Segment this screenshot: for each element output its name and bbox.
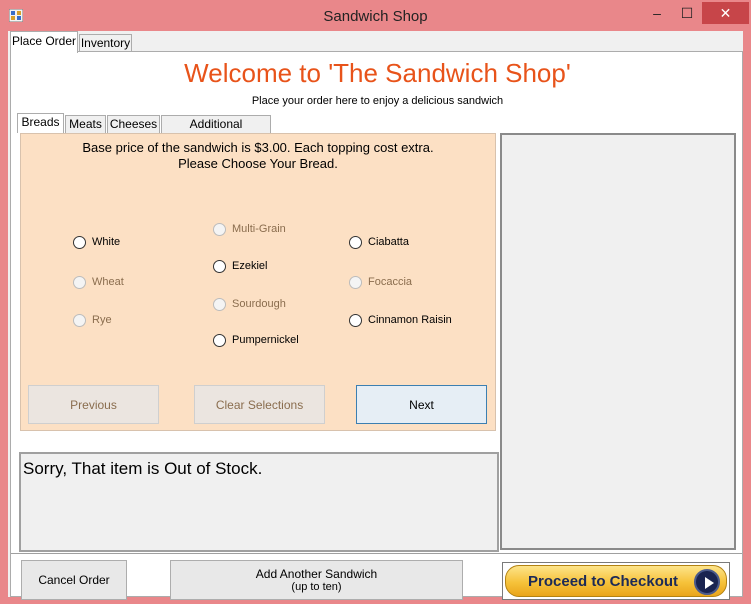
tab-meats[interactable]: Meats — [65, 115, 106, 133]
radio-dot — [73, 236, 86, 249]
close-button[interactable]: ✕ — [702, 2, 749, 24]
radio-label: Cinnamon Raisin — [368, 314, 452, 326]
radio-dot — [213, 298, 226, 311]
title-bar[interactable]: Sandwich Shop – ☐ ✕ — [0, 0, 751, 32]
cancel-order-button[interactable]: Cancel Order — [21, 560, 127, 600]
radio-dot — [73, 314, 86, 327]
tab-cheeses[interactable]: Cheeses — [107, 115, 160, 133]
play-arrow-icon — [694, 569, 720, 595]
add-sandwich-limit: (up to ten) — [291, 581, 342, 593]
app-window: Sandwich Shop – ☐ ✕ Place Order Inventor… — [0, 0, 751, 604]
radio-label: Sourdough — [232, 298, 286, 310]
radio-label: Pumpernickel — [232, 334, 299, 346]
radio-label: Rye — [92, 314, 112, 326]
radio-dot — [349, 314, 362, 327]
welcome-heading: Welcome to 'The Sandwich Shop' — [184, 58, 571, 88]
radio-label: Ezekiel — [232, 260, 268, 272]
radio-dot — [213, 260, 226, 273]
proceed-to-checkout-button[interactable]: Proceed to Checkout — [502, 562, 730, 600]
previous-button: Previous — [28, 385, 159, 424]
tab-breads[interactable]: Breads — [17, 113, 64, 133]
checkout-pill: Proceed to Checkout — [505, 565, 727, 597]
message-box: Sorry, That item is Out of Stock. — [19, 452, 499, 552]
radio-label: White — [92, 236, 121, 248]
divider — [11, 553, 742, 554]
bread-prompt: Please Choose Your Bread. — [178, 156, 338, 171]
radio-label: Multi-Grain — [232, 223, 286, 235]
minimize-button[interactable]: – — [640, 2, 674, 24]
window-title: Sandwich Shop — [323, 8, 428, 25]
add-sandwich-button[interactable]: Add Another Sandwich (up to ten) — [170, 560, 463, 600]
radio-label: Wheat — [92, 276, 124, 288]
status-message: Sorry, That item is Out of Stock. — [23, 459, 263, 478]
place-order-page: Welcome to 'The Sandwich Shop' Place you… — [10, 51, 743, 600]
next-button[interactable]: Next — [356, 385, 487, 424]
client-area: Place Order Inventory Welcome to 'The Sa… — [8, 31, 743, 600]
radio-dot — [73, 276, 86, 289]
maximize-button[interactable]: ☐ — [672, 2, 702, 24]
radio-dot — [213, 334, 226, 347]
radio-dot — [213, 223, 226, 236]
add-sandwich-label: Add Another Sandwich — [255, 567, 378, 581]
tab-inventory[interactable]: Inventory — [79, 34, 132, 52]
radio-dot — [349, 276, 362, 289]
breads-panel: Base price of the sandwich is $3.00. Eac… — [20, 133, 496, 431]
order-summary-box — [500, 133, 736, 550]
radio-label: Ciabatta — [368, 236, 409, 248]
radio-label: Focaccia — [368, 276, 413, 288]
radio-dot — [349, 236, 362, 249]
tab-place-order[interactable]: Place Order — [10, 31, 78, 53]
tab-additional-ingredients[interactable]: Additional Ingredients — [161, 115, 271, 148]
price-info: Base price of the sandwich is $3.00. Eac… — [82, 140, 434, 155]
welcome-subtitle: Place your order here to enjoy a delicio… — [251, 95, 504, 107]
clear-selections-button: Clear Selections — [194, 385, 325, 424]
checkout-label: Proceed to Checkout — [528, 573, 679, 590]
